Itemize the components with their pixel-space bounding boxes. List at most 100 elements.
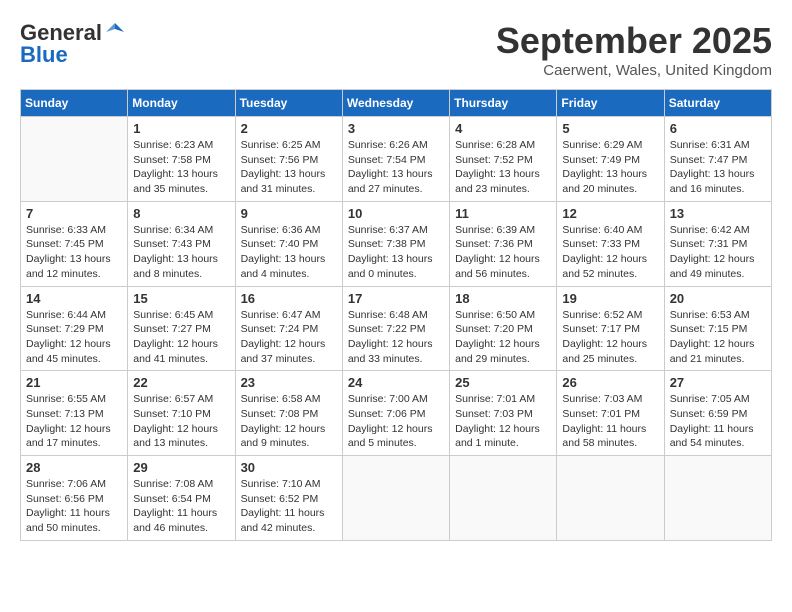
day-info: Sunrise: 6:52 AM Sunset: 7:17 PM Dayligh… xyxy=(562,308,658,367)
calendar-cell: 17 Sunrise: 6:48 AM Sunset: 7:22 PM Dayli… xyxy=(342,286,449,371)
weekday-header-friday: Friday xyxy=(557,90,664,117)
day-info: Sunrise: 7:10 AM Sunset: 6:52 PM Dayligh… xyxy=(241,477,337,536)
day-number: 18 xyxy=(455,291,551,306)
day-number: 30 xyxy=(241,460,337,475)
day-info: Sunrise: 6:53 AM Sunset: 7:15 PM Dayligh… xyxy=(670,308,766,367)
day-info: Sunrise: 6:48 AM Sunset: 7:22 PM Dayligh… xyxy=(348,308,444,367)
weekday-header-thursday: Thursday xyxy=(450,90,557,117)
day-number: 8 xyxy=(133,206,229,221)
day-info: Sunrise: 6:47 AM Sunset: 7:24 PM Dayligh… xyxy=(241,308,337,367)
logo: General Blue xyxy=(20,20,126,68)
day-number: 29 xyxy=(133,460,229,475)
day-info: Sunrise: 6:25 AM Sunset: 7:56 PM Dayligh… xyxy=(241,138,337,197)
calendar-week-row: 14Sunrise: 6:44 AM Sunset: 7:29 PM Dayli… xyxy=(21,286,772,371)
page-header: General Blue September 2025 Caerwent, Wa… xyxy=(20,20,772,79)
day-info: Sunrise: 6:58 AM Sunset: 7:08 PM Dayligh… xyxy=(241,392,337,451)
day-number: 15 xyxy=(133,291,229,306)
weekday-header-tuesday: Tuesday xyxy=(235,90,342,117)
day-info: Sunrise: 6:34 AM Sunset: 7:43 PM Dayligh… xyxy=(133,223,229,282)
calendar-header-row: SundayMondayTuesdayWednesdayThursdayFrid… xyxy=(21,90,772,117)
day-info: Sunrise: 6:37 AM Sunset: 7:38 PM Dayligh… xyxy=(348,223,444,282)
calendar-week-row: 7 Sunrise: 6:33 AM Sunset: 7:45 PM Daylig… xyxy=(21,201,772,286)
day-info: Sunrise: 6:36 AM Sunset: 7:40 PM Dayligh… xyxy=(241,223,337,282)
day-info: Sunrise: 6:42 AM Sunset: 7:31 PM Dayligh… xyxy=(670,223,766,282)
calendar-cell xyxy=(664,456,771,541)
day-number: 1 xyxy=(133,121,229,136)
day-info: Sunrise: 6:45 AM Sunset: 7:27 PM Dayligh… xyxy=(133,308,229,367)
day-number: 16 xyxy=(241,291,337,306)
day-number: 9 xyxy=(241,206,337,221)
day-number: 7 xyxy=(26,206,122,221)
day-number: 14 xyxy=(26,291,122,306)
day-info: Sunrise: 6:40 AM Sunset: 7:33 PM Dayligh… xyxy=(562,223,658,282)
calendar-cell xyxy=(557,456,664,541)
day-info: Sunrise: 7:03 AM Sunset: 7:01 PM Dayligh… xyxy=(562,392,658,451)
calendar-cell: 28 Sunrise: 7:06 AM Sunset: 6:56 PM Dayli… xyxy=(21,456,128,541)
day-number: 27 xyxy=(670,375,766,390)
day-info: Sunrise: 6:33 AM Sunset: 7:45 PM Dayligh… xyxy=(26,223,122,282)
calendar-cell: 16 Sunrise: 6:47 AM Sunset: 7:24 PM Dayli… xyxy=(235,286,342,371)
day-info: Sunrise: 6:28 AM Sunset: 7:52 PM Dayligh… xyxy=(455,138,551,197)
calendar-cell: 19 Sunrise: 6:52 AM Sunset: 7:17 PM Dayli… xyxy=(557,286,664,371)
day-info: Sunrise: 6:55 AM Sunset: 7:13 PM Dayligh… xyxy=(26,392,122,451)
day-number: 12 xyxy=(562,206,658,221)
day-number: 17 xyxy=(348,291,444,306)
calendar-cell: 5Sunrise: 6:29 AM Sunset: 7:49 PM Daylig… xyxy=(557,117,664,202)
day-info: Sunrise: 7:00 AM Sunset: 7:06 PM Dayligh… xyxy=(348,392,444,451)
calendar-cell: 24 Sunrise: 7:00 AM Sunset: 7:06 PM Dayli… xyxy=(342,371,449,456)
day-info: Sunrise: 6:50 AM Sunset: 7:20 PM Dayligh… xyxy=(455,308,551,367)
calendar-cell: 25 Sunrise: 7:01 AM Sunset: 7:03 PM Dayli… xyxy=(450,371,557,456)
calendar-cell: 14Sunrise: 6:44 AM Sunset: 7:29 PM Dayli… xyxy=(21,286,128,371)
calendar-cell: 18 Sunrise: 6:50 AM Sunset: 7:20 PM Dayli… xyxy=(450,286,557,371)
day-info: Sunrise: 6:23 AM Sunset: 7:58 PM Dayligh… xyxy=(133,138,229,197)
day-info: Sunrise: 7:06 AM Sunset: 6:56 PM Dayligh… xyxy=(26,477,122,536)
day-number: 2 xyxy=(241,121,337,136)
day-number: 28 xyxy=(26,460,122,475)
calendar-week-row: 28 Sunrise: 7:06 AM Sunset: 6:56 PM Dayli… xyxy=(21,456,772,541)
day-info: Sunrise: 7:01 AM Sunset: 7:03 PM Dayligh… xyxy=(455,392,551,451)
calendar-cell: 7 Sunrise: 6:33 AM Sunset: 7:45 PM Daylig… xyxy=(21,201,128,286)
weekday-header-saturday: Saturday xyxy=(664,90,771,117)
calendar-table: SundayMondayTuesdayWednesdayThursdayFrid… xyxy=(20,89,772,541)
weekday-header-monday: Monday xyxy=(128,90,235,117)
day-number: 13 xyxy=(670,206,766,221)
calendar-cell: 23Sunrise: 6:58 AM Sunset: 7:08 PM Dayli… xyxy=(235,371,342,456)
calendar-cell: 22Sunrise: 6:57 AM Sunset: 7:10 PM Dayli… xyxy=(128,371,235,456)
logo-blue: Blue xyxy=(20,42,68,68)
title-area: September 2025 Caerwent, Wales, United K… xyxy=(496,20,772,79)
calendar-cell: 1 Sunrise: 6:23 AM Sunset: 7:58 PM Daylig… xyxy=(128,117,235,202)
location: Caerwent, Wales, United Kingdom xyxy=(496,62,772,79)
day-number: 20 xyxy=(670,291,766,306)
calendar-cell: 4 Sunrise: 6:28 AM Sunset: 7:52 PM Daylig… xyxy=(450,117,557,202)
calendar-cell: 12 Sunrise: 6:40 AM Sunset: 7:33 PM Dayli… xyxy=(557,201,664,286)
calendar-cell: 10 Sunrise: 6:37 AM Sunset: 7:38 PM Dayli… xyxy=(342,201,449,286)
calendar-cell: 15 Sunrise: 6:45 AM Sunset: 7:27 PM Dayli… xyxy=(128,286,235,371)
day-info: Sunrise: 6:39 AM Sunset: 7:36 PM Dayligh… xyxy=(455,223,551,282)
day-number: 5 xyxy=(562,121,658,136)
calendar-cell: 27Sunrise: 7:05 AM Sunset: 6:59 PM Dayli… xyxy=(664,371,771,456)
calendar-cell: 6Sunrise: 6:31 AM Sunset: 7:47 PM Daylig… xyxy=(664,117,771,202)
day-number: 10 xyxy=(348,206,444,221)
month-title: September 2025 xyxy=(496,20,772,62)
day-number: 22 xyxy=(133,375,229,390)
calendar-cell: 26 Sunrise: 7:03 AM Sunset: 7:01 PM Dayli… xyxy=(557,371,664,456)
calendar-cell: 20 Sunrise: 6:53 AM Sunset: 7:15 PM Dayli… xyxy=(664,286,771,371)
calendar-cell: 3Sunrise: 6:26 AM Sunset: 7:54 PM Daylig… xyxy=(342,117,449,202)
calendar-cell: 2 Sunrise: 6:25 AM Sunset: 7:56 PM Daylig… xyxy=(235,117,342,202)
day-number: 4 xyxy=(455,121,551,136)
day-info: Sunrise: 6:31 AM Sunset: 7:47 PM Dayligh… xyxy=(670,138,766,197)
day-number: 21 xyxy=(26,375,122,390)
calendar-week-row: 21 Sunrise: 6:55 AM Sunset: 7:13 PM Dayli… xyxy=(21,371,772,456)
day-number: 25 xyxy=(455,375,551,390)
calendar-cell xyxy=(450,456,557,541)
day-number: 11 xyxy=(455,206,551,221)
calendar-cell: 13 Sunrise: 6:42 AM Sunset: 7:31 PM Dayli… xyxy=(664,201,771,286)
day-number: 24 xyxy=(348,375,444,390)
day-number: 26 xyxy=(562,375,658,390)
day-info: Sunrise: 6:26 AM Sunset: 7:54 PM Dayligh… xyxy=(348,138,444,197)
day-info: Sunrise: 7:08 AM Sunset: 6:54 PM Dayligh… xyxy=(133,477,229,536)
calendar-cell: 9 Sunrise: 6:36 AM Sunset: 7:40 PM Daylig… xyxy=(235,201,342,286)
calendar-cell: 29 Sunrise: 7:08 AM Sunset: 6:54 PM Dayli… xyxy=(128,456,235,541)
day-number: 19 xyxy=(562,291,658,306)
calendar-cell: 21 Sunrise: 6:55 AM Sunset: 7:13 PM Dayli… xyxy=(21,371,128,456)
